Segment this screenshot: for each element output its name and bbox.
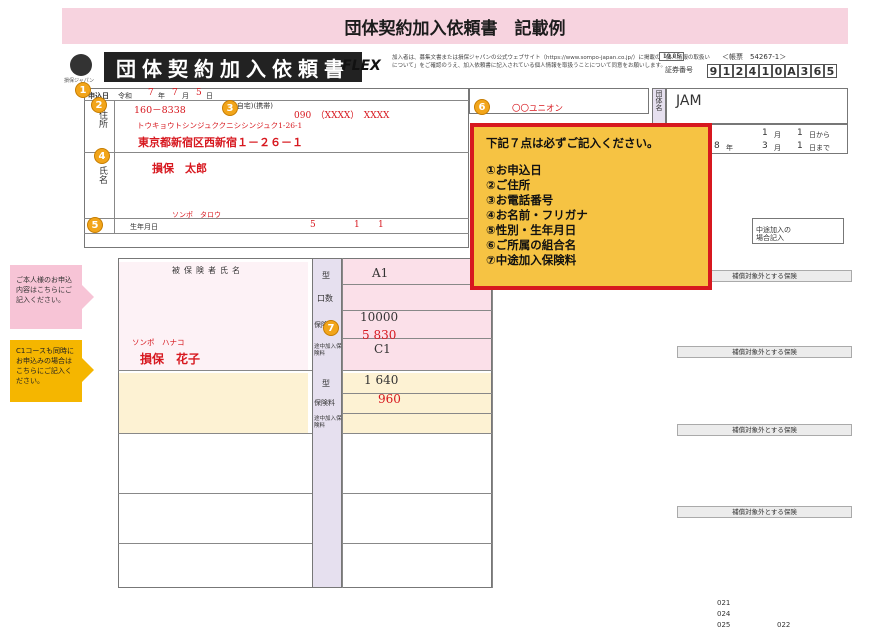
marker-2: 2 bbox=[91, 97, 107, 113]
side-note-yellow: C1コースも同時にお申込みの場合はこちらにご記入ください。 bbox=[10, 340, 82, 402]
form-title: 団体契約加入依頼書 bbox=[104, 52, 362, 82]
phone-number: 090 （XXXX） XXXX bbox=[294, 111, 390, 121]
cert-digit: A bbox=[785, 64, 798, 78]
code-item: 022 bbox=[777, 621, 791, 629]
type-label-1: 型 bbox=[322, 271, 330, 280]
side-note-yellow-arrow-icon bbox=[82, 358, 94, 382]
period-to-day: 1 bbox=[797, 141, 803, 151]
certificate-label: 証券番号 bbox=[665, 66, 693, 74]
cert-digit: 6 bbox=[811, 64, 824, 78]
list-item: ①お申込日 bbox=[486, 163, 542, 177]
insured-kana: ソンポ ハナコ bbox=[132, 338, 185, 347]
units-label-1: 口数 bbox=[317, 294, 333, 303]
list-item: ④お名前・フリガナ bbox=[486, 208, 588, 222]
required-fields-list: ①お申込日 ②ご住所 ③お電話番号 ④お名前・フリガナ ⑤性別・生年月日 ⑥ご所… bbox=[486, 163, 696, 268]
phone-label: (自宅)(携帯) bbox=[234, 102, 273, 110]
marker-5: 5 bbox=[87, 217, 103, 233]
marker-7: 7 bbox=[323, 320, 339, 336]
period-to-year: 8 bbox=[714, 141, 720, 151]
side-note-pink-arrow-icon bbox=[82, 285, 94, 309]
name-kana: ソンポ タロウ bbox=[172, 211, 221, 219]
birth-day: 1 bbox=[378, 220, 384, 230]
birth-year: 5 bbox=[310, 220, 316, 230]
code-item: 024 bbox=[717, 610, 731, 618]
cert-digit: 1 bbox=[720, 64, 733, 78]
insured-kanji: 損保 花子 bbox=[140, 352, 201, 366]
type-label-2: 型 bbox=[322, 379, 330, 388]
period-from-month: 1 bbox=[762, 128, 768, 138]
marker-6: 6 bbox=[474, 99, 490, 115]
application-form: 損保ジャパン 団体契約加入依頼書 FLEX 加入者は、募集文書または損保ジャパン… bbox=[62, 48, 852, 629]
company-logo-icon bbox=[70, 54, 92, 76]
insured-header: 被保険者氏名 bbox=[172, 266, 244, 275]
premium-label-2: 保険料 bbox=[314, 399, 335, 407]
insured-table bbox=[118, 258, 492, 588]
group-name: JAM bbox=[676, 93, 702, 109]
banner-title: 団体契約加入依頼書 記載例 bbox=[344, 18, 566, 39]
mid-label-1: 途中加入保険料 bbox=[314, 344, 342, 357]
period-to-month: 3 bbox=[762, 141, 768, 151]
mid-join-label: 中途加入の場合記入 bbox=[756, 226, 791, 242]
cert-digit: 9 bbox=[707, 64, 720, 78]
birth-month: 1 bbox=[354, 220, 360, 230]
name-label: 氏名 bbox=[97, 166, 107, 184]
name-kanji: 損保 太郎 bbox=[152, 162, 207, 175]
cert-digit: 4 bbox=[746, 64, 759, 78]
group-label: 団体名 bbox=[655, 90, 663, 111]
mid-premium-2: 960 bbox=[378, 392, 401, 406]
cert-digit: 5 bbox=[824, 64, 837, 78]
form-version: 19.05 bbox=[659, 52, 685, 61]
address-kana: トウキョウトシンジュククニシシンジュク1-26-1 bbox=[137, 121, 303, 130]
postal-code: 160－8338 bbox=[134, 105, 186, 116]
cert-digit: 0 bbox=[772, 64, 785, 78]
form-code: ＜帳票 54267-1＞ bbox=[722, 53, 787, 61]
marker-3: 3 bbox=[222, 100, 238, 116]
callout-title: 下記７点は必ずご記入ください。 bbox=[486, 136, 659, 150]
certificate-number: 9 1 2 4 1 0 A 3 6 5 bbox=[707, 64, 837, 78]
list-item: ⑥ご所属の組合名 bbox=[486, 238, 577, 252]
cert-digit: 2 bbox=[733, 64, 746, 78]
coverage-grid: 補償対象外とする保険 補償対象外とする保険 補償対象外とする保険 補償対象外とす… bbox=[677, 258, 852, 588]
premium-1: 10000 bbox=[360, 310, 399, 324]
marker-1: 1 bbox=[75, 82, 91, 98]
cert-digit: 3 bbox=[798, 64, 811, 78]
union-name: 〇〇ユニオン bbox=[512, 104, 564, 114]
period-from-day: 1 bbox=[797, 128, 803, 138]
app-year: 7 bbox=[148, 88, 154, 98]
address-kanji: 東京都新宿区西新宿１－２６－１ bbox=[138, 136, 303, 149]
period-to-suffix: 日まで bbox=[809, 144, 830, 152]
required-fields-callout: 下記７点は必ずご記入ください。 ①お申込日 ②ご住所 ③お電話番号 ④お名前・フ… bbox=[470, 123, 712, 290]
list-item: ③お電話番号 bbox=[486, 193, 554, 207]
mid-premium-1: 5 830 bbox=[362, 328, 397, 342]
code-item: 025 bbox=[717, 621, 731, 629]
birth-label: 生年月日 bbox=[130, 223, 158, 231]
era-label: 令和 bbox=[118, 92, 132, 100]
code-item: 021 bbox=[717, 599, 731, 607]
period-from-suffix: 日から bbox=[809, 131, 830, 139]
list-item: ②ご住所 bbox=[486, 178, 531, 192]
cert-digit: 1 bbox=[759, 64, 772, 78]
page-banner: 団体契約加入依頼書 記載例 bbox=[62, 8, 848, 44]
app-day: 5 bbox=[196, 88, 202, 98]
plan-2: C1 bbox=[374, 342, 391, 356]
marker-4: 4 bbox=[94, 148, 110, 164]
list-item: ⑤性別・生年月日 bbox=[486, 223, 577, 237]
flex-label: FLEX bbox=[342, 58, 381, 74]
premium-2: 1 640 bbox=[364, 373, 399, 387]
mid-label-2: 途中加入保険料 bbox=[314, 416, 342, 429]
code-list: 021 024 025 022 bbox=[717, 598, 790, 631]
app-month: 7 bbox=[172, 88, 178, 98]
side-note-pink: ご本人様のお申込内容はこちらにご記入ください。 bbox=[10, 265, 82, 329]
list-item: ⑦中途加入保険料 bbox=[486, 253, 577, 267]
plan-1: A1 bbox=[372, 266, 389, 280]
